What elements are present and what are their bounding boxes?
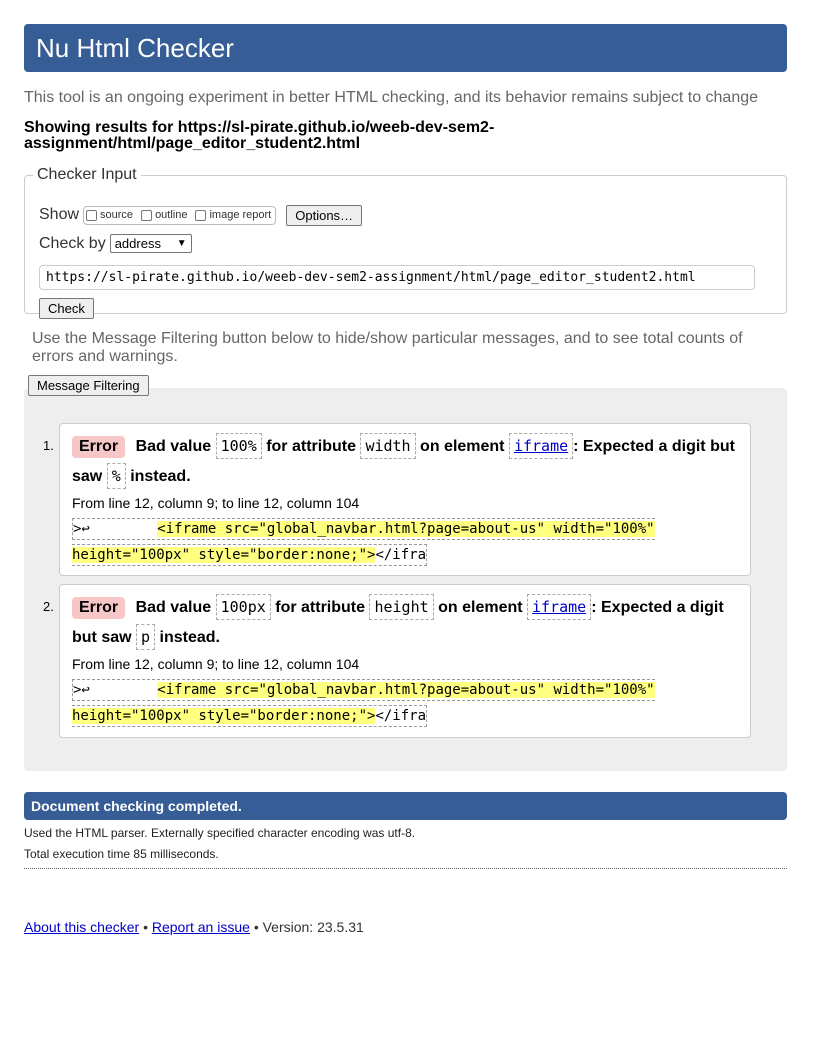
element-link[interactable]: iframe (514, 437, 568, 455)
footer-separator: • (143, 919, 148, 935)
source-option[interactable]: source (86, 209, 133, 221)
message-item: 2. Error Bad value 100px for attribute h… (43, 584, 751, 738)
message-number: 2. (43, 599, 54, 614)
element-link[interactable]: iframe (532, 598, 586, 616)
message-text: Error Bad value 100px for attribute heig… (72, 593, 747, 653)
page-header: Nu Html Checker (24, 24, 787, 72)
checker-input-legend: Checker Input (37, 166, 137, 183)
check-button[interactable]: Check (39, 298, 94, 319)
show-label: Show (39, 206, 80, 223)
source-option-label: source (100, 209, 134, 221)
tagline: This tool is an ongoing experiment in be… (24, 89, 759, 106)
message-text: Error Bad value 100% for attribute width… (72, 432, 747, 492)
outline-checkbox[interactable] (141, 209, 153, 221)
parser-info: Used the HTML parser. Externally specifi… (24, 826, 416, 840)
results-for-heading: Showing results for https://sl-pirate.gi… (24, 119, 495, 152)
highlighted-code: <iframe src="global_navbar.html?page=abo… (72, 521, 655, 563)
options-button[interactable]: Options… (286, 204, 363, 226)
image-report-option[interactable]: image report (195, 209, 271, 221)
url-input[interactable]: https://sl-pirate.github.io/weeb-dev-sem… (39, 265, 755, 290)
report-issue-link[interactable]: Report an issue (152, 919, 250, 935)
image-report-option-label: image report (209, 209, 272, 221)
show-options-group: source outline image report (83, 205, 277, 225)
page-title: Nu Html Checker (36, 33, 234, 63)
error-badge: Error (72, 597, 126, 619)
outline-option[interactable]: outline (141, 209, 187, 221)
char-code: p (136, 624, 156, 650)
completion-banner: Document checking completed. (24, 792, 787, 820)
show-options-row: Show source outline image report Options… (39, 204, 363, 226)
element-code: iframe (508, 433, 574, 459)
source-checkbox[interactable] (86, 209, 98, 221)
execution-time: Total execution time 85 milliseconds. (24, 847, 219, 861)
divider (24, 868, 787, 869)
message-item: 1. Error Bad value 100% for attribute wi… (43, 423, 751, 576)
version-text: Version: 23.5.31 (262, 919, 364, 935)
message-number: 1. (43, 438, 54, 453)
message-filtering-button[interactable]: Message Filtering (28, 375, 149, 396)
code-extract: >↩ <iframe src="global_navbar.html?page=… (72, 516, 692, 568)
filter-note: Use the Message Filtering button below t… (32, 330, 743, 365)
check-by-row: Check by address ▼ (39, 234, 192, 253)
outline-option-label: outline (155, 209, 188, 221)
attribute-code: height (369, 594, 434, 620)
char-code: % (106, 463, 126, 489)
highlighted-code: <iframe src="global_navbar.html?page=abo… (72, 682, 655, 724)
about-link[interactable]: About this checker (24, 919, 139, 935)
image-report-checkbox[interactable] (195, 209, 207, 221)
checker-input-fieldset: Checker Input Show source outline image … (24, 166, 787, 319)
check-by-label: Check by (39, 234, 106, 252)
element-code: iframe (527, 594, 592, 620)
message-location: From line 12, column 9; to line 12, colu… (72, 495, 360, 511)
chevron-down-icon: ▼ (176, 238, 187, 249)
bad-value-code: 100% (215, 433, 262, 459)
check-by-selected-value: address (114, 236, 161, 251)
error-badge: Error (72, 436, 126, 458)
footer-separator: • (253, 919, 259, 935)
checking-details: Used the HTML parser. Externally specifi… (24, 826, 787, 868)
message-location: From line 12, column 9; to line 12, colu… (72, 656, 360, 672)
bad-value-code: 100px (215, 594, 271, 620)
messages-panel: 1. Error Bad value 100% for attribute wi… (24, 388, 787, 771)
footer: About this checker • Report an issue • V… (24, 919, 364, 935)
attribute-code: width (360, 433, 416, 459)
code-extract: >↩ <iframe src="global_navbar.html?page=… (72, 677, 692, 729)
check-by-select[interactable]: address ▼ (109, 234, 192, 253)
